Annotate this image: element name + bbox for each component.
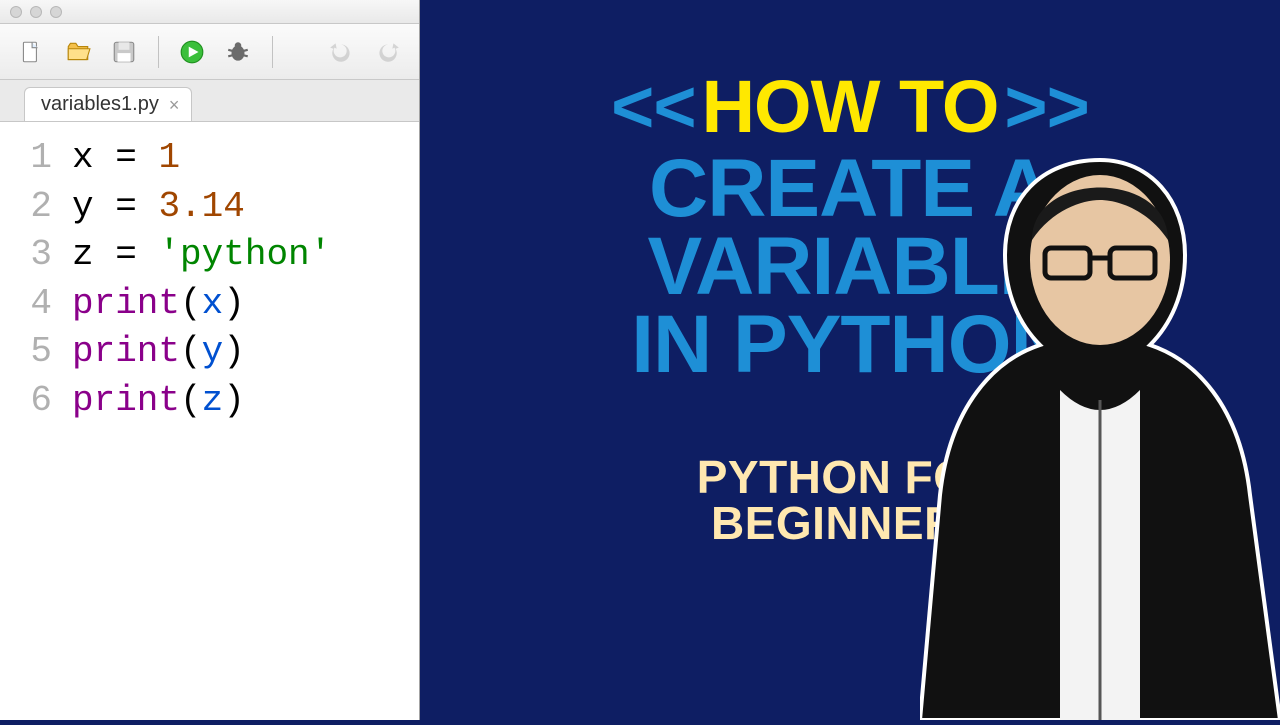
tab-file[interactable]: variables1.py ×: [24, 87, 192, 121]
token-paren: (: [180, 283, 202, 324]
run-icon[interactable]: [179, 38, 206, 66]
new-file-icon[interactable]: [18, 38, 45, 66]
token-func: print: [72, 283, 180, 324]
toolbar-separator: [272, 36, 273, 68]
token-paren: (: [180, 380, 202, 421]
line-number: 1: [0, 134, 52, 183]
token-num: 1: [158, 137, 180, 178]
code-line[interactable]: print(x): [72, 280, 419, 329]
toolbar: [0, 24, 419, 80]
promo-panel: << HOW TO >> CREATE A VARIABLE IN PYTHON…: [420, 0, 1280, 720]
token-name: z: [72, 234, 115, 275]
traffic-zoom[interactable]: [50, 6, 62, 18]
token-paren: ): [223, 283, 245, 324]
toolbar-separator: [158, 36, 159, 68]
tab-strip: variables1.py ×: [0, 80, 419, 122]
code-line[interactable]: print(z): [72, 377, 419, 426]
token-arg: x: [202, 283, 224, 324]
line-gutter: 123456: [0, 134, 72, 720]
token-name: y: [72, 186, 115, 227]
token-arg: z: [202, 380, 224, 421]
save-icon[interactable]: [111, 38, 138, 66]
close-icon[interactable]: ×: [169, 96, 180, 114]
open-folder-icon[interactable]: [65, 38, 92, 66]
code-line[interactable]: x = 1: [72, 134, 419, 183]
token-name: x: [72, 137, 115, 178]
traffic-minimize[interactable]: [30, 6, 42, 18]
presenter-photo: [920, 120, 1280, 720]
line-number: 6: [0, 377, 52, 426]
token-str: 'python': [158, 234, 331, 275]
token-paren: ): [223, 380, 245, 421]
code-editor[interactable]: 123456 x = 1y = 3.14z = 'python'print(x)…: [0, 122, 419, 720]
ide-panel: variables1.py × 123456 x = 1y = 3.14z = …: [0, 0, 420, 720]
token-op: =: [115, 234, 158, 275]
token-num: 3.14: [158, 186, 244, 227]
window-titlebar: [0, 0, 419, 24]
traffic-close[interactable]: [10, 6, 22, 18]
angle-open: <<: [611, 70, 695, 144]
token-paren: (: [180, 331, 202, 372]
line-number: 2: [0, 183, 52, 232]
code-line[interactable]: print(y): [72, 328, 419, 377]
token-func: print: [72, 331, 180, 372]
token-arg: y: [202, 331, 224, 372]
token-op: =: [115, 137, 158, 178]
tab-filename: variables1.py: [41, 93, 159, 116]
token-paren: ): [223, 331, 245, 372]
token-func: print: [72, 380, 180, 421]
debug-icon[interactable]: [225, 38, 252, 66]
token-op: =: [115, 186, 158, 227]
line-number: 4: [0, 280, 52, 329]
code-area[interactable]: x = 1y = 3.14z = 'python'print(x)print(y…: [72, 134, 419, 720]
code-line[interactable]: y = 3.14: [72, 183, 419, 232]
line-number: 5: [0, 328, 52, 377]
line-number: 3: [0, 231, 52, 280]
code-line[interactable]: z = 'python': [72, 231, 419, 280]
redo-icon[interactable]: [374, 38, 401, 66]
undo-icon[interactable]: [328, 38, 355, 66]
